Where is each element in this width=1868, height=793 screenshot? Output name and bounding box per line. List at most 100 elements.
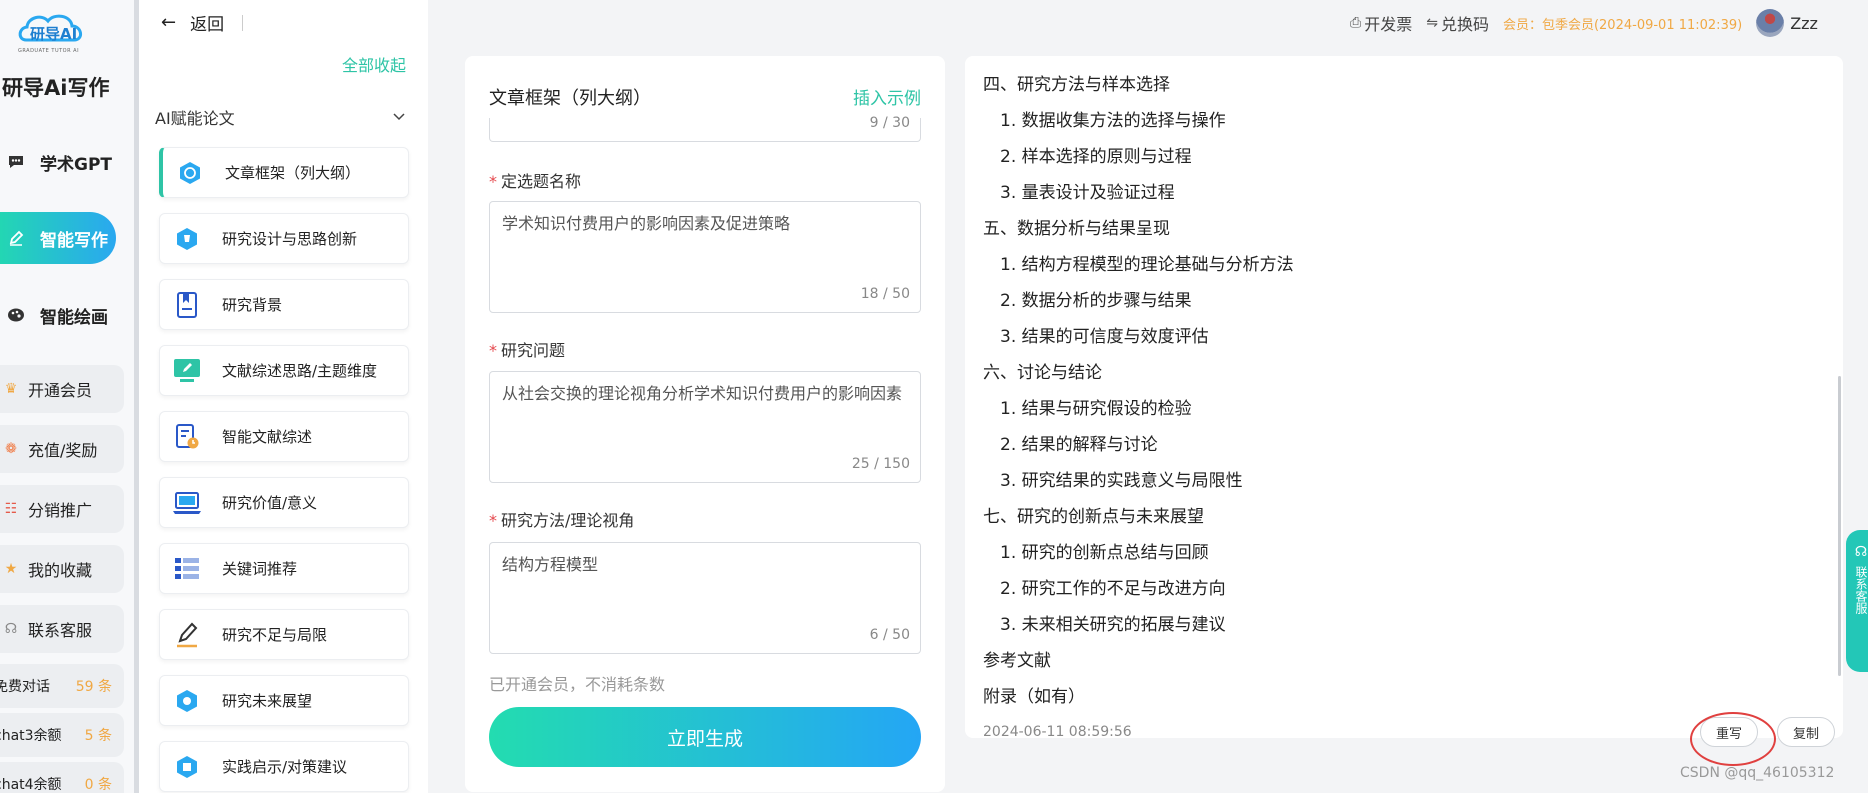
quota-chat3: chat3余额 5 条 <box>0 713 124 757</box>
redeem-code-button[interactable]: ⇋ 兑换码 <box>1426 11 1489 35</box>
pen-icon <box>6 228 26 248</box>
category-label: 研究设计与思路创新 <box>222 230 358 248</box>
logo-text: 研导AI <box>30 25 77 43</box>
username[interactable]: Zzz <box>1790 14 1818 33</box>
outline-subitem: 2. 结果的解释与讨论 <box>1000 435 1158 455</box>
watermark: CSDN @qq_46105312 <box>1680 765 1835 781</box>
research-question-label: * 研究问题 <box>489 337 565 361</box>
monitor-edit-icon <box>172 356 202 386</box>
outline-subitem: 2. 研究工作的不足与改进方向 <box>1000 579 1226 599</box>
field-value: 学术知识付费用户的影响因素及促进策略 <box>502 214 791 233</box>
outline-subitem: 3. 结果的可信度与效度评估 <box>1000 327 1209 347</box>
category-label: 智能文献综述 <box>222 428 313 446</box>
category-label: 研究不足与局限 <box>222 626 328 644</box>
outline-heading: 七、研究的创新点与未来展望 <box>983 507 1204 527</box>
category-research-background[interactable]: 研究背景 <box>159 279 409 330</box>
pill-label: 分销推广 <box>28 501 93 520</box>
insert-example-link[interactable]: 插入示例 <box>853 84 921 110</box>
outline-heading: 参考文献 <box>983 651 1051 671</box>
exchange-icon: ⇋ <box>1426 15 1438 31</box>
crown-icon: ♛ <box>4 381 18 397</box>
form-title: 文章框架（列大纲） <box>489 88 651 109</box>
app-logo[interactable]: 研导AI GRADUATE TUTOR AI <box>14 10 94 56</box>
cloud-logo-icon: 研导AI <box>18 14 82 43</box>
label-text: 研究问题 <box>501 341 566 360</box>
scrollbar[interactable] <box>1838 376 1841 676</box>
highlight-circle <box>1690 712 1776 766</box>
output-timestamp: 2024-06-11 08:59:56 <box>983 724 1132 740</box>
contact-support-button[interactable]: ☊ 联系客服 <box>0 605 124 653</box>
support-float-tab[interactable]: ☊ 联系客服 <box>1846 530 1868 672</box>
hexagon-icon <box>172 752 202 782</box>
outline-heading: 四、研究方法与样本选择 <box>983 75 1170 95</box>
category-literature-review-themes[interactable]: 文献综述思路/主题维度 <box>159 345 409 396</box>
category-practical-implications[interactable]: 实践启示/对策建议 <box>159 741 409 792</box>
char-counter: 6 / 50 <box>869 627 910 643</box>
app-title: 研导Ai写作 <box>2 76 110 100</box>
category-label: 关键词推荐 <box>222 560 298 578</box>
back-button[interactable]: ← 返回 <box>161 10 244 35</box>
scrolled-field[interactable]: 9 / 30 <box>489 115 921 142</box>
pill-label: 联系客服 <box>28 621 93 640</box>
char-counter: 25 / 150 <box>851 456 910 472</box>
outline-subitem: 1. 数据收集方法的选择与操作 <box>1000 111 1226 131</box>
quota-chat4: chat4余额 0 条 <box>0 762 124 793</box>
category-article-outline[interactable]: 文章框架（列大纲） <box>159 147 409 198</box>
collapse-all-link[interactable]: 全部收起 <box>342 52 406 76</box>
my-favorites-button[interactable]: ★ 我的收藏 <box>0 545 124 593</box>
category-research-design[interactable]: 研究设计与思路创新 <box>159 213 409 264</box>
group-title: AI赋能论文 <box>155 109 235 128</box>
outline-subitem: 1. 研究的创新点总结与回顾 <box>1000 543 1209 563</box>
avatar[interactable] <box>1756 9 1785 37</box>
quota-label: 免费对话 <box>0 679 50 695</box>
category-label: 文章框架（列大纲） <box>225 164 361 182</box>
category-research-limitations[interactable]: 研究不足与局限 <box>159 609 409 660</box>
outline-heading: 附录（如有） <box>983 687 1085 707</box>
category-label: 研究价值/意义 <box>222 494 318 512</box>
quota-free-chat: 免费对话 59 条 <box>0 664 124 708</box>
field-value: 从社会交换的理论视角分析学术知识付费用户的影响因素 <box>502 384 903 403</box>
float-tab-label: 联系客服 <box>1854 566 1868 614</box>
category-research-value[interactable]: 研究价值/意义 <box>159 477 409 528</box>
method-textarea[interactable]: 结构方程模型 6 / 50 <box>489 542 921 654</box>
research-question-textarea[interactable]: 从社会交换的理论视角分析学术知识付费用户的影响因素 25 / 150 <box>489 371 921 483</box>
open-membership-button[interactable]: ♛ 开通会员 <box>0 365 124 413</box>
group-header[interactable]: AI赋能论文 <box>155 105 405 129</box>
lightbulb-icon <box>172 224 202 254</box>
recharge-reward-button[interactable]: ❁ 充值/奖励 <box>0 425 124 473</box>
category-future-outlook[interactable]: 研究未来展望 <box>159 675 409 726</box>
telescope-icon <box>172 686 202 716</box>
invoice-button[interactable]: ⎙ 开发票 <box>1350 11 1412 35</box>
printer-icon: ⎙ <box>1350 15 1362 31</box>
logo-subtitle: GRADUATE TUTOR AI <box>18 48 80 54</box>
divider <box>242 14 244 31</box>
distribution-promo-button[interactable]: ☷ 分销推广 <box>0 485 124 533</box>
quota-value: 0 条 <box>84 777 112 793</box>
palette-icon <box>6 305 26 325</box>
category-label: 文献综述思路/主题维度 <box>222 362 378 380</box>
category-smart-literature-review[interactable]: 智能文献综述 <box>159 411 409 462</box>
form-header: 文章框架（列大纲） 插入示例 <box>489 84 921 110</box>
category-keyword-recommend[interactable]: 关键词推荐 <box>159 543 409 594</box>
generate-button[interactable]: 立即生成 <box>489 707 921 767</box>
category-panel: ← 返回 全部收起 AI赋能论文 文章框架（列大纲） 研究设计与思路创新 研究背… <box>139 0 428 793</box>
arrow-left-icon: ← <box>161 12 177 33</box>
nav-academic-gpt[interactable]: 学术GPT <box>0 136 116 188</box>
outline-subitem: 2. 样本选择的原则与过程 <box>1000 147 1192 167</box>
topic-name-label: * 定选题名称 <box>489 168 581 192</box>
category-label: 实践启示/对策建议 <box>222 758 348 776</box>
outline-subitem: 1. 结构方程模型的理论基础与分析方法 <box>1000 255 1294 275</box>
copy-button[interactable]: 复制 <box>1777 717 1835 747</box>
top-header: ⎙ 开发票 ⇋ 兑换码 会员：包季会员(2024-09-01 11:02:39)… <box>1350 9 1818 37</box>
form-card: 文章框架（列大纲） 插入示例 9 / 30 * 定选题名称 学术知识付费用户的影响… <box>465 56 945 792</box>
field-value: 结构方程模型 <box>502 555 599 574</box>
redeem-label: 兑换码 <box>1440 15 1489 34</box>
outline-subitem: 2. 数据分析的步骤与结果 <box>1000 291 1192 311</box>
nav-smart-writing[interactable]: 智能写作 <box>0 212 116 264</box>
star-icon: ★ <box>4 561 18 577</box>
required-mark: * <box>489 341 497 360</box>
nav-smart-drawing[interactable]: 智能绘画 <box>0 289 116 341</box>
topic-name-textarea[interactable]: 学术知识付费用户的影响因素及促进策略 18 / 50 <box>489 201 921 313</box>
category-label: 研究未来展望 <box>222 692 313 710</box>
chat-icon <box>6 152 26 172</box>
